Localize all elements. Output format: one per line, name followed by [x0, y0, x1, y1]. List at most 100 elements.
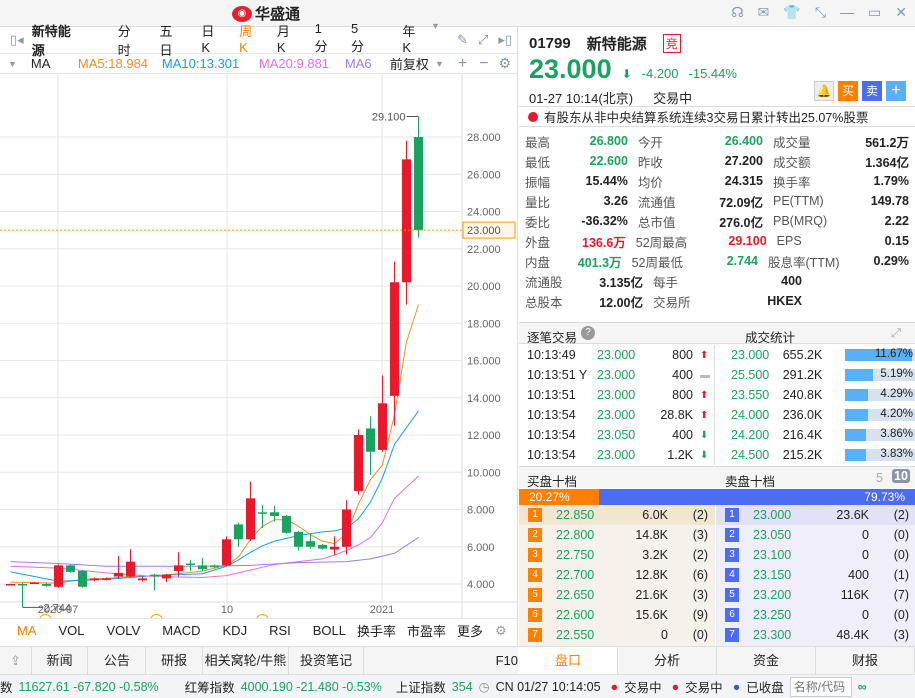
stat-label: 成交额 — [772, 155, 811, 170]
up-arrow-icon: ⬆ — [700, 409, 709, 421]
indicator-tab[interactable]: VOL — [59, 623, 85, 638]
tick-list: 10:13:49 23.000 800 ⬆ 10:13:51 Y 23.000 400 ▬ 10… — [519, 345, 715, 465]
indicator-tabs: MA VOL VOLV MACD KDJ RSI BOLL 换手率 市盈率 更多 ⚙ — [0, 618, 518, 642]
bid-row[interactable]: 4 22.700 12.8K (6) — [519, 565, 715, 585]
indicator-tab[interactable]: 换手率 — [357, 621, 396, 640]
mail-icon[interactable]: ✉ — [758, 4, 770, 21]
ask-row[interactable]: 2 23.050 0 (0) — [716, 525, 915, 545]
index-red-chip[interactable]: 4000.190 -21.480 -0.53% — [241, 680, 382, 694]
bid-row[interactable]: 7 22.550 0 (0) — [519, 625, 715, 645]
depth-10-button[interactable]: 10 — [892, 469, 910, 483]
hk-flag-icon: ● — [610, 679, 619, 694]
candlestick-chart[interactable]: 4.000 6.000 8.000 10.000 12.000 14.000 16.000 1… — [0, 74, 518, 619]
stat-label: PE(TTM) — [772, 194, 824, 208]
bid-row[interactable]: 3 22.750 3.2K (2) — [519, 545, 715, 565]
indicator-tab[interactable]: BOLL — [313, 623, 346, 638]
index-sse[interactable]: 354 — [452, 680, 473, 694]
stat-value: 15.44% — [585, 174, 628, 188]
link-icon[interactable]: ∞ — [858, 680, 867, 694]
shrink-icon[interactable]: ⤡ — [815, 4, 826, 21]
indicator-tab[interactable]: MACD — [162, 623, 200, 638]
zoom-out-icon[interactable]: − — [479, 55, 488, 73]
quote-tab[interactable]: 盘口 — [519, 646, 618, 675]
news-tab[interactable]: 相关窝轮/牛熊 — [203, 646, 290, 675]
adjust-dropdown-icon[interactable]: ▼ — [435, 59, 444, 69]
indicator-tab[interactable]: RSI — [269, 623, 291, 638]
sell-button[interactable]: 卖 — [862, 81, 882, 101]
ask-row[interactable]: 6 23.250 0 (0) — [716, 605, 915, 625]
indicator-tab[interactable]: MA — [17, 623, 37, 638]
ask-row[interactable]: 3 23.100 0 (0) — [716, 545, 915, 565]
y-tick-label: 4.000 — [467, 579, 495, 591]
last-price: 23.000 — [529, 54, 612, 84]
alert-bell-icon[interactable]: 🔔 — [814, 81, 834, 101]
quote-tab[interactable]: 资金 — [717, 646, 816, 675]
stat-label: EPS — [776, 234, 802, 248]
news-tab[interactable]: 新闻 — [32, 646, 89, 675]
search-input[interactable] — [789, 676, 852, 697]
quote-tabs: 盘口 分析 资金 财报 — [519, 646, 915, 675]
bid-row[interactable]: 1 22.850 6.0K (2) — [519, 505, 715, 525]
ma-dropdown-icon[interactable]: ▼ — [8, 59, 17, 69]
maximize-icon[interactable]: ▭ — [868, 4, 881, 21]
volume-share-bar: 11.67% — [845, 348, 915, 361]
fullscreen-icon[interactable]: ⤢ — [478, 32, 488, 48]
y-tick-label: 12.000 — [467, 430, 501, 442]
add-watchlist-icon[interactable]: + — [886, 81, 906, 101]
alert-dot-icon — [528, 111, 538, 122]
ask-row[interactable]: 1 23.000 23.6K (2) — [716, 505, 915, 525]
upload-icon[interactable]: ⇪ — [0, 646, 32, 675]
ask-row[interactable]: 4 23.150 400 (1) — [716, 565, 915, 585]
bid-row[interactable]: 6 22.600 15.6K (9) — [519, 605, 715, 625]
close-icon[interactable]: ✕ — [895, 4, 907, 21]
indicator-tab[interactable]: 市盈率 — [407, 621, 446, 640]
draw-pen-icon[interactable]: ✎ — [457, 32, 468, 48]
collapse-left-icon[interactable]: ▯◂ — [10, 32, 24, 48]
collapse-right-icon[interactable]: ▸▯ — [498, 32, 512, 48]
minimize-icon[interactable]: — — [840, 4, 854, 21]
news-tab[interactable]: F10 — [364, 647, 518, 675]
news-tab[interactable]: 研报 — [146, 646, 203, 675]
indicator-tab[interactable]: 更多 — [457, 621, 483, 640]
headset-icon[interactable]: ☊ — [731, 4, 743, 21]
y-tick-label: 22.000 — [467, 244, 501, 256]
stat-label: 总市值 — [637, 215, 676, 230]
stat-label: 成交量 — [772, 135, 811, 150]
trading-status: 交易中 — [653, 91, 693, 106]
y-tick-label: 10.000 — [467, 467, 501, 479]
stat-label: 最低 — [525, 155, 551, 170]
adjust-select[interactable]: 前复权 — [390, 54, 429, 73]
ask-row[interactable]: 5 23.200 116K (7) — [716, 585, 915, 605]
skin-icon[interactable]: 👕 — [783, 4, 800, 21]
candle-body — [234, 524, 243, 540]
stat-value: 2.22 — [884, 214, 909, 228]
help-icon[interactable]: ? — [581, 326, 595, 340]
y-tick-label: 24.000 — [467, 207, 501, 219]
indicator-tab[interactable]: VOLV — [107, 623, 141, 638]
stat-label: 交易所 — [653, 295, 691, 310]
stock-code: 01799 — [529, 35, 571, 52]
quote-tab[interactable]: 分析 — [618, 646, 717, 675]
bid-row[interactable]: 2 22.800 14.8K (3) — [519, 525, 715, 545]
indicator-tab[interactable]: KDJ — [223, 623, 248, 638]
news-tab[interactable]: 公告 — [88, 646, 147, 675]
news-tab[interactable]: 投资笔记 — [289, 646, 365, 675]
stat-label: 总股本 — [525, 295, 563, 310]
ask-row[interactable]: 7 23.300 48.4K (3) — [716, 625, 915, 645]
candle-body — [390, 282, 399, 396]
notice-bar[interactable]: 有股东从非中央结算系统连续3交易日累计转出25.07%股票 — [519, 106, 915, 127]
ma-line-ma20 — [10, 475, 419, 578]
zoom-in-icon[interactable]: + — [458, 55, 467, 73]
volume-stats-list: 23.000 655.2K 11.67% 25.500 291.2K 5.19% 23.55… — [716, 345, 915, 465]
indicator-settings-icon[interactable]: ⚙ — [495, 623, 507, 639]
buy-button[interactable]: 买 — [838, 81, 858, 101]
settings-icon[interactable]: ⚙ — [499, 55, 512, 72]
index-hsi[interactable]: 11627.61 -67.820 -0.58% — [19, 680, 159, 694]
quote-time: 01-27 10:14(北京) — [529, 91, 634, 106]
quote-tab[interactable]: 财报 — [816, 646, 915, 675]
y-tick-label: 6.000 — [467, 542, 495, 554]
bid-row[interactable]: 5 22.650 21.6K (3) — [519, 585, 715, 605]
expand-icon[interactable]: ⤢ — [891, 326, 901, 341]
depth-5-button[interactable]: 5 — [876, 471, 883, 485]
volume-stat-row: 24.500 215.2K 3.83% — [731, 448, 915, 462]
